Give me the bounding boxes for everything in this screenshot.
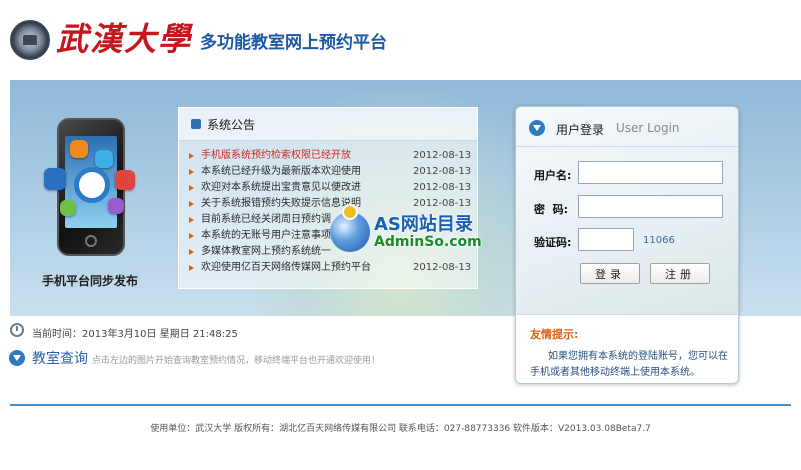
globe-icon xyxy=(330,206,370,252)
login-header: 用户登录 User Login xyxy=(516,107,738,147)
phone-home-button-icon xyxy=(85,235,97,247)
bullet-icon xyxy=(189,185,194,191)
tip-line: 如果您拥有本系统的登陆账号，您可以在 xyxy=(548,351,728,362)
watermark-line2: AdminSo.com xyxy=(374,234,482,250)
swirl-logo-icon xyxy=(74,167,110,203)
query-description: 点击左边的图片开始查询教室预约情况，移动终端平台也开通欢迎使用！ xyxy=(92,356,381,366)
header: 武漢大學 多功能教室网上预约平台 xyxy=(0,0,801,80)
announcement-icon xyxy=(191,119,201,129)
announcement-date: 2012-08-13 xyxy=(413,182,472,193)
page: 武漢大學 多功能教室网上预约平台 手机平台同步发布 系统公告 手机版系统预约检索… xyxy=(0,0,801,470)
site-title: 多功能教室网上预约平台 xyxy=(200,33,387,53)
footer-divider xyxy=(10,404,791,406)
password-input[interactable] xyxy=(578,195,723,218)
app-icon xyxy=(70,140,88,158)
bullet-icon xyxy=(189,249,194,255)
download-arrow-icon xyxy=(529,120,545,136)
username-input[interactable] xyxy=(578,161,723,184)
announcement-date: 2012-08-13 xyxy=(413,150,472,161)
classroom-query-link[interactable]: 教室查询 xyxy=(32,348,88,368)
login-button[interactable]: 登录 xyxy=(580,263,640,284)
announcement-item[interactable]: 手机版系统预约检索权限已经开放 2012-08-13 xyxy=(189,148,475,164)
announcement-title: 系统公告 xyxy=(207,118,256,132)
bullet-icon xyxy=(189,233,194,239)
announcement-item[interactable]: 欢迎对本系统提出宝贵意见以便改进 2012-08-13 xyxy=(189,180,475,196)
watermark: AS网站目录 AdminSo.com xyxy=(330,206,490,266)
announcement-header: 系统公告 xyxy=(179,108,477,141)
university-emblem-icon xyxy=(10,20,50,60)
captcha-code[interactable]: 11066 xyxy=(643,235,675,246)
password-label: 密 码: xyxy=(534,203,569,216)
bullet-icon xyxy=(189,265,194,271)
app-icon xyxy=(115,170,135,190)
mobile-caption: 手机平台同步发布 xyxy=(42,274,139,288)
app-icon xyxy=(44,168,66,190)
clock-icon xyxy=(10,323,24,337)
tip-line: 手机或者其他移动终端上使用本系统。 xyxy=(530,367,700,378)
bullet-icon xyxy=(189,169,194,175)
login-form-area: 用户登录 User Login 用户名: 密 码: 验证码: 11066 登录 … xyxy=(516,107,738,315)
captcha-input[interactable] xyxy=(578,228,634,251)
announcement-link[interactable]: 本系统已经升级为最新版本欢迎使用 xyxy=(201,164,411,180)
query-arrow-icon xyxy=(9,350,25,366)
university-name: 武漢大學 xyxy=(56,20,193,58)
announcement-link[interactable]: 欢迎对本系统提出宝贵意见以便改进 xyxy=(201,180,411,196)
username-label: 用户名: xyxy=(534,169,572,182)
announcement-date: 2012-08-13 xyxy=(413,166,472,177)
register-button[interactable]: 注册 xyxy=(650,263,710,284)
app-icon xyxy=(108,198,124,214)
login-title: 用户登录 xyxy=(556,123,605,137)
announcement-item[interactable]: 本系统已经升级为最新版本欢迎使用 2012-08-13 xyxy=(189,164,475,180)
watermark-line1: AS网站目录 xyxy=(374,214,473,235)
login-panel: 用户登录 User Login 用户名: 密 码: 验证码: 11066 登录 … xyxy=(515,106,739,384)
app-icon xyxy=(60,200,76,216)
current-time: 当前时间：2013年3月10日 星期日 21:48:25 xyxy=(32,329,238,340)
tip-title: 友情提示: xyxy=(530,328,579,341)
captcha-label: 验证码: xyxy=(534,236,572,249)
bullet-icon xyxy=(189,153,194,159)
app-icon xyxy=(95,150,113,168)
announcement-link[interactable]: 手机版系统预约检索权限已经开放 xyxy=(201,148,411,164)
login-title-en: User Login xyxy=(616,121,680,135)
bullet-icon xyxy=(189,217,194,223)
footer-info: 使用单位：武汉大学 版权所有：湖北亿百天网络传媒有限公司 联系电话：027-88… xyxy=(150,424,651,434)
bullet-icon xyxy=(189,201,194,207)
